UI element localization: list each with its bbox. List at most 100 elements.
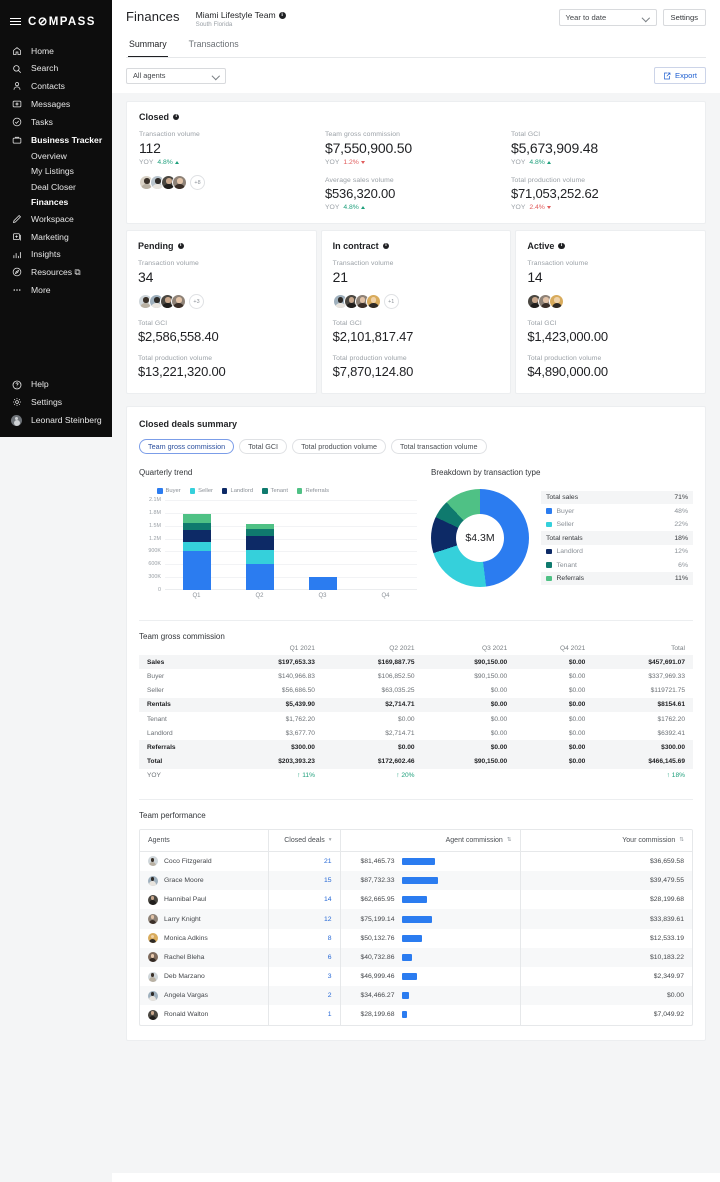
avatar[interactable] — [366, 294, 381, 309]
sidebar-item-settings[interactable]: Settings — [0, 393, 112, 411]
closed-deals-cell[interactable]: 3 — [268, 967, 340, 986]
hamburger-menu-icon[interactable] — [10, 18, 21, 25]
closed-deals-cell[interactable]: 8 — [268, 929, 340, 948]
cell: $197,653.33 — [223, 655, 323, 669]
status-card-in-contract: In contractiTransaction volume21+1Total … — [321, 230, 512, 394]
avatar[interactable] — [171, 294, 186, 309]
info-icon[interactable]: i — [558, 243, 564, 249]
table-row[interactable]: Rachel Bleha6$40,732.86$10,183.22 — [140, 948, 692, 967]
export-button[interactable]: Export — [654, 67, 706, 84]
settings-button[interactable]: Settings — [663, 9, 706, 26]
legend-pct: 6% — [678, 562, 688, 569]
sidebar-item-deal-closer[interactable]: Deal Closer — [0, 179, 112, 194]
metric-yoy: YOY 2.4% — [511, 204, 693, 211]
closed-deals-cell[interactable]: 2 — [268, 986, 340, 1005]
info-icon[interactable]: i — [178, 243, 184, 249]
agent-commission-cell: $40,732.86 — [340, 948, 520, 967]
legend-item-buyer[interactable]: Buyer — [157, 488, 181, 494]
sidebar-item-insights[interactable]: Insights — [0, 246, 112, 264]
table-row[interactable]: Hannibal Paul14$62,665.95$28,199.68 — [140, 890, 692, 909]
legend-item-referrals[interactable]: Referrals — [297, 488, 329, 494]
closed-deals-cell[interactable]: 15 — [268, 871, 340, 890]
sidebar-item-tasks[interactable]: Tasks — [0, 113, 112, 131]
col-your-commission[interactable]: Your commission⇅ — [520, 830, 692, 852]
table-row: Seller$56,686.50$63,035.25$0.00$0.00$119… — [139, 684, 693, 698]
info-icon[interactable]: i — [173, 114, 179, 120]
chip-total-transaction-volume[interactable]: Total transaction volume — [391, 439, 487, 454]
sidebar-item-contacts[interactable]: Contacts — [0, 78, 112, 96]
sidebar-item-help[interactable]: Help — [0, 376, 112, 394]
avatar[interactable] — [549, 294, 564, 309]
sidebar-item-more[interactable]: More — [0, 281, 112, 299]
info-icon[interactable]: i — [383, 243, 389, 249]
table-row[interactable]: Coco Fitzgerald21$81,465.73$36,659.58 — [140, 851, 692, 871]
closed-deals-cell[interactable]: 6 — [268, 948, 340, 967]
compass-icon — [11, 267, 22, 278]
sidebar-item-home[interactable]: Home — [0, 42, 112, 60]
closed-deals-cell[interactable]: 1 — [268, 1005, 340, 1024]
cell: $90,150.00 — [423, 669, 516, 683]
col-closed-deals[interactable]: Closed deals▾ — [268, 830, 340, 852]
agent-commission-value: $40,732.86 — [349, 954, 395, 961]
bar-column-Q3[interactable] — [291, 500, 354, 590]
table-row: Sales$197,653.33$169,887.75$90,150.00$0.… — [139, 655, 693, 669]
sidebar-item-search[interactable]: Search — [0, 60, 112, 78]
legend-item-seller[interactable]: Seller — [190, 488, 213, 494]
closed-deals-cell[interactable]: 14 — [268, 890, 340, 909]
date-range-select[interactable]: Year to date — [559, 9, 657, 26]
chip-team-gross-commission[interactable]: Team gross commission — [139, 439, 234, 454]
legend-item-landlord[interactable]: Landlord — [222, 488, 253, 494]
avatar-overflow-badge[interactable]: +1 — [384, 294, 399, 309]
chip-total-gci[interactable]: Total GCI — [239, 439, 287, 454]
legend-label: Buyer — [166, 488, 181, 494]
chart-title: Quarterly trend — [139, 468, 417, 477]
table-row[interactable]: Ronald Walton1$28,199.68$7,049.92 — [140, 1005, 692, 1024]
sidebar-item-overview[interactable]: Overview — [0, 149, 112, 164]
closed-card-title: Closed — [139, 112, 169, 122]
avatar[interactable] — [172, 175, 187, 190]
sidebar-item-label: Search — [31, 64, 58, 73]
bar-column-Q1[interactable] — [165, 500, 228, 590]
agent-name: Larry Knight — [164, 916, 201, 923]
donut-legend-item-tenant: Tenant6% — [541, 558, 693, 572]
chip-total-production-volume[interactable]: Total production volume — [292, 439, 386, 454]
sidebar-item-my-listings[interactable]: My Listings — [0, 164, 112, 179]
cell: $1,762.20 — [223, 712, 323, 726]
bar-column-Q4[interactable] — [354, 500, 417, 590]
closed-deals-cell[interactable]: 12 — [268, 909, 340, 928]
table-row[interactable]: Grace Moore15$87,732.33$39,479.55 — [140, 871, 692, 890]
closed-deals-cell[interactable]: 21 — [268, 851, 340, 871]
cell: $466,145.69 — [593, 755, 693, 769]
agent-commission-value: $87,732.33 — [349, 877, 395, 884]
donut-legend-group-referrals: Referrals11% — [541, 572, 693, 586]
sidebar-item-workspace[interactable]: Workspace — [0, 210, 112, 228]
sidebar-item-marketing[interactable]: Marketing — [0, 228, 112, 246]
sidebar-item-resources[interactable]: Resources ⧉ — [0, 264, 112, 282]
table-row[interactable]: Deb Marzano3$46,999.46$2,349.97 — [140, 967, 692, 986]
legend-item-tenant[interactable]: Tenant — [262, 488, 288, 494]
avatar — [148, 895, 158, 905]
col-agent-commission[interactable]: Agent commission⇅ — [340, 830, 520, 852]
agent-cell: Hannibal Paul — [140, 890, 268, 909]
bar-column-Q2[interactable] — [228, 500, 291, 590]
info-icon[interactable]: i — [279, 12, 286, 19]
tab-summary[interactable]: Summary — [128, 39, 168, 57]
yoy-value: 4.8% — [157, 159, 173, 166]
avatar-overflow-badge[interactable]: +3 — [189, 294, 204, 309]
table-row[interactable]: Larry Knight12$75,199.14$33,839.61 — [140, 909, 692, 928]
y-axis-tick: 1.2M — [149, 536, 161, 542]
sidebar-item-finances[interactable]: Finances — [0, 195, 112, 210]
tab-transactions[interactable]: Transactions — [188, 39, 240, 57]
sidebar-item-business-tracker[interactable]: Business Tracker — [0, 131, 112, 149]
sidebar-item-messages[interactable]: Messages — [0, 95, 112, 113]
tgc-col-header: Q2 2021 — [323, 641, 423, 655]
avatar-overflow-badge[interactable]: +8 — [190, 175, 205, 190]
table-row[interactable]: Monica Adkins8$50,132.76$12,533.19 — [140, 929, 692, 948]
sidebar-footer: Help Settings Leonard Steinberg — [0, 376, 112, 429]
metric-value: $2,586,558.40 — [138, 329, 305, 344]
sidebar-item-user[interactable]: Leonard Steinberg — [0, 411, 112, 429]
agent-name: Rachel Bleha — [164, 954, 204, 961]
charts-row: Quarterly trend Buyer Seller Landlord Tenan… — [139, 468, 693, 604]
table-row[interactable]: Angela Vargas2$34,466.27$0.00 — [140, 986, 692, 1005]
agent-filter-select[interactable]: All agents — [126, 68, 226, 84]
